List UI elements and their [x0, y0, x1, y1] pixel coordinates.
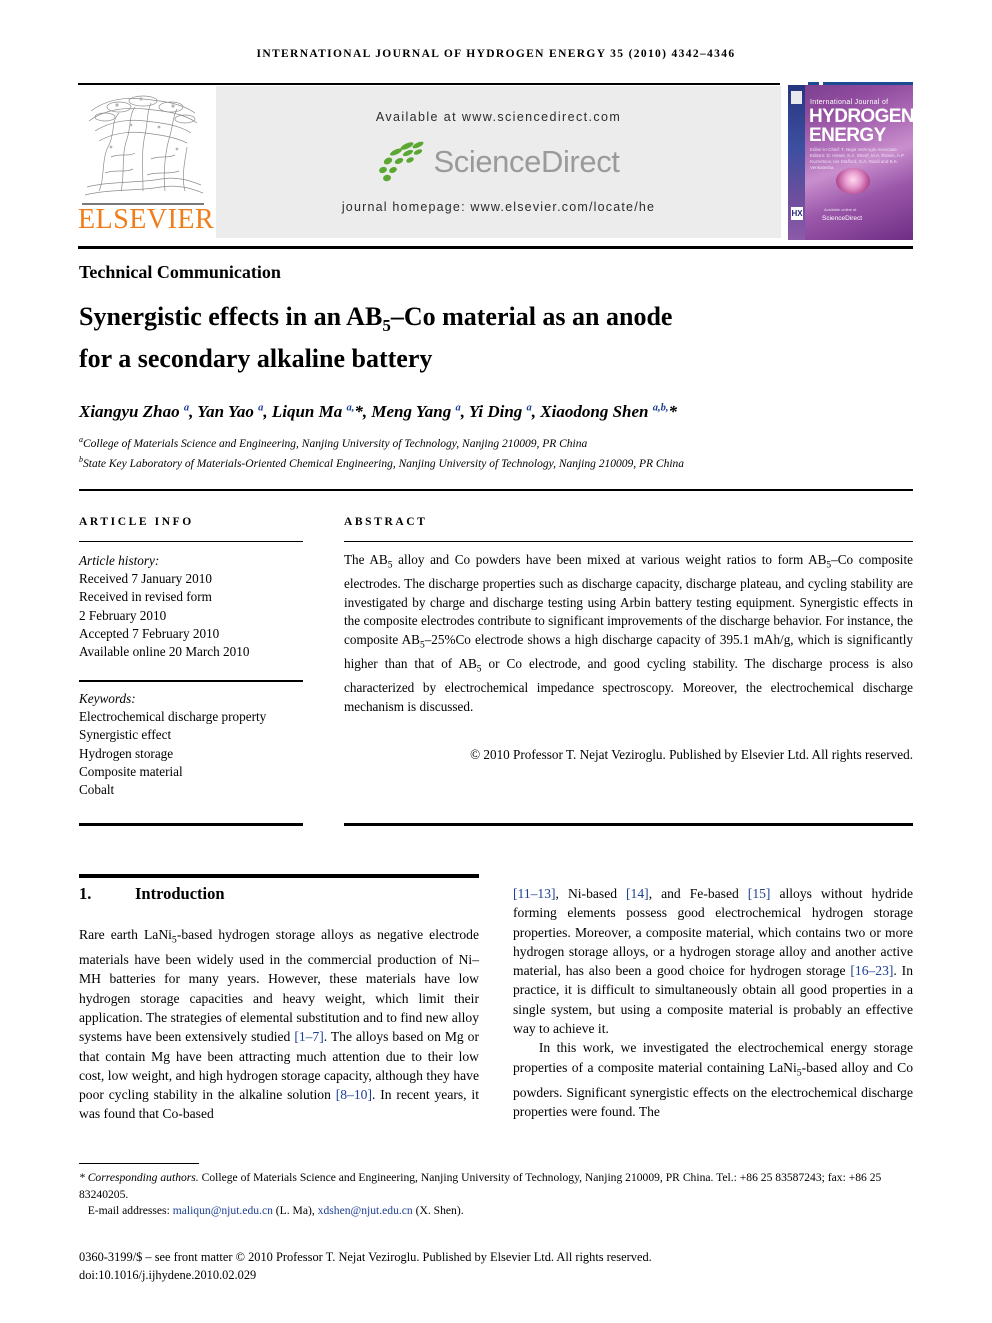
affiliation-a-text: College of Materials Science and Enginee…	[83, 437, 588, 450]
leaves-svg	[379, 141, 425, 182]
history-item: Accepted 7 February 2010	[79, 625, 220, 641]
cover-elsevier-mark	[791, 91, 802, 104]
sciencedirect-panel: Available at www.sciencedirect.com Scien…	[216, 86, 781, 238]
keyword-item: Cobalt	[79, 782, 115, 798]
sciencedirect-wordmark: ScienceDirect	[433, 144, 620, 179]
sciencedirect-logo[interactable]: ScienceDirect	[216, 141, 781, 189]
running-head: INTERNATIONAL JOURNAL OF HYDROGEN ENERGY…	[256, 48, 736, 60]
abstract-rule	[344, 541, 913, 542]
cover-top-line: International Journal of	[810, 99, 889, 106]
history-item: Received 7 January 2010	[79, 571, 212, 587]
abstract-text: The AB5 alloy and Co powders have been m…	[344, 552, 913, 715]
article-info-label: ARTICLE INFO	[79, 516, 194, 528]
cover-editors: Editor-in-Chief: T. Nejat Veziroglu Asso…	[810, 147, 905, 170]
cover-orb-graphic	[836, 168, 870, 194]
section-top-rule	[79, 874, 479, 878]
history-item: Available online 20 March 2010	[79, 644, 250, 660]
elsevier-logo: ELSEVIER	[78, 85, 215, 240]
affiliations: aCollege of Materials Science and Engine…	[79, 432, 919, 472]
abstract-bottom-rule	[344, 823, 913, 826]
elsevier-tree-svg	[81, 87, 205, 205]
header-bottom-rule	[78, 246, 913, 249]
keyword-item: Electrochemical discharge property	[79, 709, 267, 725]
article-history: Article history: Received 7 January 2010…	[79, 552, 319, 661]
title-line1-subscript: 5	[382, 316, 391, 336]
keyword-item: Synergistic effect	[79, 727, 172, 743]
footnote-rule	[79, 1163, 199, 1164]
body-column-right: [11–13], Ni-based [14], and Fe-based [15…	[513, 886, 914, 1119]
section-title: Introduction	[135, 884, 225, 903]
cover-title-line1: HYDROGEN	[809, 106, 913, 127]
cover-sciencedirect-label: ScienceDirect	[822, 215, 863, 222]
history-item: 2 February 2010	[79, 607, 167, 623]
section-number: 1.	[79, 884, 92, 903]
title-line2: for a secondary alkaline battery	[79, 344, 433, 374]
copyright-line: © 2010 Professor T. Nejat Veziroglu. Pub…	[470, 747, 913, 762]
keyword-item: Composite material	[79, 763, 183, 779]
title-line1-post: –Co material as an anode	[390, 302, 673, 331]
cover-title-line2: ENERGY	[809, 125, 886, 146]
elsevier-tree-icon	[81, 87, 205, 205]
cover-hx-badge: HX	[791, 207, 803, 220]
author-list: Xiangyu Zhao a, Yan Yao a, Liqun Ma a,*,…	[79, 402, 677, 421]
info-top-rule	[79, 489, 913, 491]
footnote-block: * Corresponding authors. College of Mate…	[79, 1170, 913, 1220]
affiliation-a: aCollege of Materials Science and Engine…	[79, 432, 919, 452]
body-column-left: Rare earth LaNi5-based hydrogen storage …	[79, 927, 479, 1122]
email-addresses-note[interactable]: E-mail addresses: maliqun@njut.edu.cn (L…	[79, 1203, 913, 1220]
issn-line: 0360-3199/$ – see front matter © 2010 Pr…	[79, 1250, 652, 1264]
keywords-top-rule	[79, 680, 303, 682]
article-type-label: Technical Communication	[79, 262, 281, 282]
keywords-heading: Keywords:	[79, 691, 136, 706]
affiliation-b: bState Key Laboratory of Materials-Orien…	[79, 452, 919, 472]
page-title: Synergistic effects in an AB5–Co materia…	[79, 300, 869, 375]
history-item: Received in revised form	[79, 589, 212, 605]
sciencedirect-leaves-icon	[377, 141, 427, 183]
title-line1-pre: Synergistic effects in an AB	[79, 302, 383, 331]
cover-sciencedirect-note: Available online at	[824, 207, 857, 212]
keyword-item: Hydrogen storage	[79, 745, 174, 761]
affiliation-b-text: State Key Laboratory of Materials-Orient…	[83, 457, 685, 470]
corresponding-author-note: * Corresponding authors. College of Mate…	[79, 1171, 882, 1201]
section-heading: 1. Introduction	[79, 884, 479, 904]
publisher-header-band: ELSEVIER Available at www.sciencedirect.…	[78, 85, 913, 240]
cover-spine: HX	[788, 85, 805, 240]
elsevier-wordmark: ELSEVIER	[78, 204, 215, 235]
issn-doi-block: 0360-3199/$ – see front matter © 2010 Pr…	[79, 1248, 913, 1284]
journal-cover-thumbnail: HX International Journal of HYDROGEN ENE…	[788, 85, 913, 240]
info-bottom-rule	[79, 823, 303, 826]
article-history-heading: Article history:	[79, 553, 160, 568]
abstract-label: ABSTRACT	[344, 516, 428, 528]
journal-homepage-text[interactable]: journal homepage: www.elsevier.com/locat…	[216, 200, 781, 214]
keywords-block: Keywords: Electrochemical discharge prop…	[79, 690, 324, 799]
available-at-text: Available at www.sciencedirect.com	[375, 110, 622, 124]
article-page: INTERNATIONAL JOURNAL OF HYDROGEN ENERGY…	[0, 0, 992, 1323]
doi-line[interactable]: doi:10.1016/j.ijhydene.2010.02.029	[79, 1266, 913, 1284]
article-info-rule	[79, 541, 303, 542]
